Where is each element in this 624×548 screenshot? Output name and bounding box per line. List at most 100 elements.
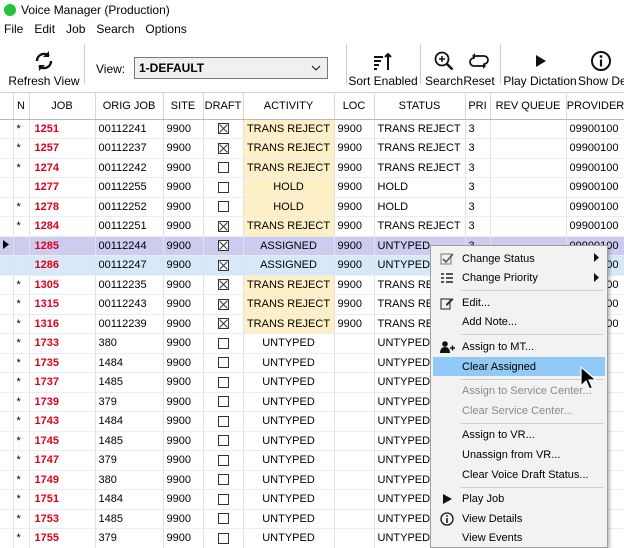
draft-checkbox[interactable]	[217, 123, 229, 135]
menu-options[interactable]: Options	[145, 22, 186, 36]
cell-activity: UNTYPED	[243, 489, 335, 510]
column-header-site[interactable]: SITE	[163, 93, 204, 120]
menu-search[interactable]: Search	[96, 22, 134, 36]
menu-item-label: Clear Service Center...	[462, 404, 573, 417]
draft-checkbox[interactable]	[217, 493, 229, 505]
draft-checkbox[interactable]	[217, 142, 229, 154]
cell-draft	[203, 255, 244, 276]
reset-button[interactable]: Reset	[463, 42, 495, 88]
cell-loc: 9900	[333, 236, 375, 256]
menu-item-view-details[interactable]: View Details	[433, 509, 605, 528]
draft-checkbox[interactable]	[217, 532, 229, 544]
cell-job: 1274	[29, 158, 96, 178]
cell-activity: TRANS REJECT	[243, 314, 335, 334]
draft-checkbox[interactable]	[217, 259, 229, 271]
cell-n: *	[13, 450, 30, 471]
cell-orig-job: 379	[95, 450, 164, 471]
search-button[interactable]: Search	[425, 42, 463, 88]
cell-n: *	[13, 411, 30, 432]
view-dropdown-value: 1-DEFAULT	[139, 61, 205, 75]
menu-job[interactable]: Job	[66, 22, 85, 36]
draft-checkbox[interactable]	[217, 513, 229, 525]
show-details-button[interactable]: Show Det	[578, 42, 624, 88]
refresh-view-button[interactable]: Refresh View	[8, 42, 80, 88]
column-header-rev-queue[interactable]: REV QUEUE	[490, 93, 567, 120]
cell-pri: 3	[465, 197, 491, 217]
column-header-activity[interactable]: ACTIVITY	[243, 93, 335, 120]
draft-checkbox[interactable]	[217, 435, 229, 447]
column-header-loc[interactable]: LOC	[334, 93, 375, 120]
cell-draft	[203, 294, 244, 315]
menu-item-play-job[interactable]: Play Job	[433, 490, 605, 509]
column-header-pri[interactable]: PRI	[465, 93, 491, 120]
cell-draft	[203, 119, 244, 139]
draft-checkbox[interactable]	[217, 220, 229, 232]
draft-checkbox[interactable]	[217, 279, 229, 291]
table-row[interactable]: 1277 00112255 9900 HOLD 9900 HOLD 3 09900100	[0, 177, 624, 198]
toolbar-separator	[500, 44, 501, 84]
cell-activity: UNTYPED	[243, 450, 335, 471]
draft-checkbox[interactable]	[217, 474, 229, 486]
draft-checkbox[interactable]	[217, 357, 229, 369]
table-row[interactable]: * 1257 00112237 9900 TRANS REJECT 9900 TRANS R…	[0, 138, 624, 159]
row-selector	[0, 372, 14, 393]
table-row[interactable]: * 1274 00112242 9900 TRANS REJECT 9900 TRANS R…	[0, 158, 624, 178]
sort-enabled-button[interactable]: Sort Enabled	[348, 42, 418, 88]
menu-item-label: Change Status	[462, 252, 535, 265]
draft-checkbox[interactable]	[217, 415, 229, 427]
cell-site: 9900	[163, 275, 204, 295]
menu-edit[interactable]: Edit	[34, 22, 55, 36]
menu-item-change-status[interactable]: Change Status	[433, 249, 605, 268]
column-header-provider[interactable]: PROVIDER	[566, 93, 624, 120]
menu-item-edit[interactable]: Edit...	[433, 293, 605, 312]
play-icon	[439, 492, 455, 507]
draft-checkbox[interactable]	[217, 298, 229, 310]
menu-item-view-events[interactable]: View Events	[433, 529, 605, 548]
cell-job: 1315	[29, 294, 96, 315]
menu-file[interactable]: File	[4, 22, 23, 36]
user-assign-icon	[439, 339, 455, 354]
menu-item-unassign-from-vr[interactable]: Unassign from VR...	[433, 445, 605, 464]
column-header-orig-job[interactable]: ORIG JOB	[95, 93, 164, 120]
menu-separator	[461, 334, 603, 336]
table-row[interactable]: * 1284 00112251 9900 TRANS REJECT 9900 TRANS R…	[0, 216, 624, 237]
draft-checkbox[interactable]	[217, 240, 229, 252]
cell-draft	[203, 470, 244, 490]
draft-checkbox[interactable]	[217, 337, 229, 349]
menu-item-assign-to-mt[interactable]: Assign to MT...	[433, 337, 605, 356]
cell-loc	[333, 392, 375, 412]
cell-draft	[203, 411, 244, 432]
search-icon	[433, 48, 455, 74]
draft-checkbox[interactable]	[217, 376, 229, 388]
view-dropdown[interactable]: 1-DEFAULT	[134, 57, 328, 79]
cell-orig-job: 380	[95, 470, 164, 490]
menu-item-change-priority[interactable]: Change Priority	[433, 269, 605, 288]
table-row[interactable]: * 1251 00112241 9900 TRANS REJECT 9900 TRANS R…	[0, 119, 624, 139]
cell-pri: 3	[465, 138, 491, 159]
table-row[interactable]: * 1278 00112252 9900 HOLD 9900 HOLD 3 09900100	[0, 197, 624, 217]
draft-checkbox[interactable]	[217, 201, 229, 213]
cell-activity: TRANS REJECT	[243, 119, 335, 139]
draft-checkbox[interactable]	[217, 454, 229, 466]
cell-orig-job: 00112241	[95, 119, 164, 139]
cell-draft	[203, 236, 244, 256]
cell-orig-job: 00112242	[95, 158, 164, 178]
cell-n: *	[13, 158, 30, 178]
column-header-job[interactable]: JOB	[29, 93, 96, 120]
column-header-status[interactable]: STATUS	[374, 93, 466, 120]
menu-item-clear-voice-draft-status[interactable]: Clear Voice Draft Status...	[433, 465, 605, 484]
menu-item-add-note[interactable]: Add Note...	[433, 313, 605, 332]
column-header-n[interactable]: N	[13, 93, 30, 120]
column-header-draft[interactable]: DRAFT	[203, 93, 244, 120]
reset-label: Reset	[463, 74, 495, 88]
row-selector	[0, 294, 14, 315]
cell-loc	[333, 353, 375, 373]
play-dictation-button[interactable]: Play Dictation	[503, 42, 577, 88]
toolbar-separator	[84, 44, 85, 84]
menu-item-assign-to-vr[interactable]: Assign to VR...	[433, 426, 605, 445]
draft-checkbox[interactable]	[217, 396, 229, 408]
draft-checkbox[interactable]	[217, 181, 229, 193]
cell-rev-queue	[490, 119, 567, 139]
draft-checkbox[interactable]	[217, 318, 229, 330]
draft-checkbox[interactable]	[217, 162, 229, 174]
